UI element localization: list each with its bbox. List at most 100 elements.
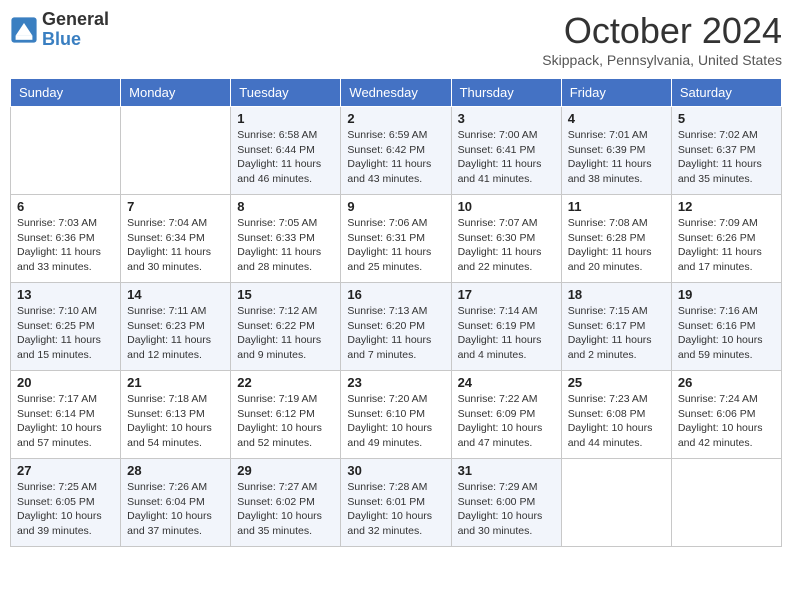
day-number: 13 (17, 287, 114, 302)
day-number: 5 (678, 111, 775, 126)
day-info: Sunrise: 7:11 AMSunset: 6:23 PMDaylight:… (127, 304, 224, 363)
day-info: Sunrise: 7:19 AMSunset: 6:12 PMDaylight:… (237, 392, 334, 451)
day-number: 10 (458, 199, 555, 214)
day-info: Sunrise: 7:26 AMSunset: 6:04 PMDaylight:… (127, 480, 224, 539)
day-number: 6 (17, 199, 114, 214)
day-info: Sunrise: 7:27 AMSunset: 6:02 PMDaylight:… (237, 480, 334, 539)
day-number: 22 (237, 375, 334, 390)
day-info: Sunrise: 7:29 AMSunset: 6:00 PMDaylight:… (458, 480, 555, 539)
day-number: 16 (347, 287, 444, 302)
day-info: Sunrise: 7:08 AMSunset: 6:28 PMDaylight:… (568, 216, 665, 275)
calendar-cell: 3 Sunrise: 7:00 AMSunset: 6:41 PMDaylight… (451, 107, 561, 195)
day-number: 29 (237, 463, 334, 478)
day-number: 1 (237, 111, 334, 126)
weekday-header: Saturday (671, 79, 781, 107)
day-number: 19 (678, 287, 775, 302)
day-info: Sunrise: 7:28 AMSunset: 6:01 PMDaylight:… (347, 480, 444, 539)
calendar-cell: 1 Sunrise: 6:58 AMSunset: 6:44 PMDaylight… (231, 107, 341, 195)
weekday-header: Friday (561, 79, 671, 107)
day-number: 20 (17, 375, 114, 390)
calendar-cell: 8Sunrise: 7:05 AMSunset: 6:33 PMDaylight… (231, 195, 341, 283)
calendar-cell: 7 Sunrise: 7:04 AMSunset: 6:34 PMDaylight… (121, 195, 231, 283)
day-info: Sunrise: 7:09 AMSunset: 6:26 PMDaylight:… (678, 216, 775, 275)
location: Skippack, Pennsylvania, United States (542, 52, 782, 68)
calendar-cell: 28 Sunrise: 7:26 AMSunset: 6:04 PMDayligh… (121, 459, 231, 547)
calendar-cell: 23Sunrise: 7:20 AMSunset: 6:10 PMDayligh… (341, 371, 451, 459)
day-number: 3 (458, 111, 555, 126)
calendar-cell: 10 Sunrise: 7:07 AMSunset: 6:30 PMDayligh… (451, 195, 561, 283)
calendar-cell: 12 Sunrise: 7:09 AMSunset: 6:26 PMDayligh… (671, 195, 781, 283)
day-number: 27 (17, 463, 114, 478)
day-number: 26 (678, 375, 775, 390)
weekday-header: Thursday (451, 79, 561, 107)
weekday-header: Tuesday (231, 79, 341, 107)
day-info: Sunrise: 7:14 AMSunset: 6:19 PMDaylight:… (458, 304, 555, 363)
day-info: Sunrise: 7:04 AMSunset: 6:34 PMDaylight:… (127, 216, 224, 275)
calendar-row: 27 Sunrise: 7:25 AMSunset: 6:05 PMDayligh… (11, 459, 782, 547)
calendar-row: 20 Sunrise: 7:17 AMSunset: 6:14 PMDayligh… (11, 371, 782, 459)
month-title: October 2024 (542, 10, 782, 52)
calendar-cell: 11 Sunrise: 7:08 AMSunset: 6:28 PMDayligh… (561, 195, 671, 283)
day-number: 18 (568, 287, 665, 302)
day-info: Sunrise: 7:06 AMSunset: 6:31 PMDaylight:… (347, 216, 444, 275)
calendar-cell: 4 Sunrise: 7:01 AMSunset: 6:39 PMDaylight… (561, 107, 671, 195)
day-info: Sunrise: 7:00 AMSunset: 6:41 PMDaylight:… (458, 128, 555, 187)
day-info: Sunrise: 6:58 AMSunset: 6:44 PMDaylight:… (237, 128, 334, 187)
calendar-cell: 26 Sunrise: 7:24 AMSunset: 6:06 PMDayligh… (671, 371, 781, 459)
day-number: 4 (568, 111, 665, 126)
weekday-header: Wednesday (341, 79, 451, 107)
calendar-cell: 31 Sunrise: 7:29 AMSunset: 6:00 PMDayligh… (451, 459, 561, 547)
calendar-table: SundayMondayTuesdayWednesdayThursdayFrid… (10, 78, 782, 547)
day-info: Sunrise: 7:03 AMSunset: 6:36 PMDaylight:… (17, 216, 114, 275)
calendar-cell: 9Sunrise: 7:06 AMSunset: 6:31 PMDaylight… (341, 195, 451, 283)
calendar-cell: 20 Sunrise: 7:17 AMSunset: 6:14 PMDayligh… (11, 371, 121, 459)
weekday-header-row: SundayMondayTuesdayWednesdayThursdayFrid… (11, 79, 782, 107)
day-number: 15 (237, 287, 334, 302)
calendar-cell: 25Sunrise: 7:23 AMSunset: 6:08 PMDayligh… (561, 371, 671, 459)
day-info: Sunrise: 7:18 AMSunset: 6:13 PMDaylight:… (127, 392, 224, 451)
calendar-cell: 17 Sunrise: 7:14 AMSunset: 6:19 PMDayligh… (451, 283, 561, 371)
day-info: Sunrise: 7:22 AMSunset: 6:09 PMDaylight:… (458, 392, 555, 451)
day-info: Sunrise: 7:05 AMSunset: 6:33 PMDaylight:… (237, 216, 334, 275)
day-info: Sunrise: 6:59 AMSunset: 6:42 PMDaylight:… (347, 128, 444, 187)
logo-general: General (42, 9, 109, 29)
day-info: Sunrise: 7:24 AMSunset: 6:06 PMDaylight:… (678, 392, 775, 451)
calendar-cell: 14 Sunrise: 7:11 AMSunset: 6:23 PMDayligh… (121, 283, 231, 371)
day-info: Sunrise: 7:01 AMSunset: 6:39 PMDaylight:… (568, 128, 665, 187)
day-info: Sunrise: 7:07 AMSunset: 6:30 PMDaylight:… (458, 216, 555, 275)
day-number: 31 (458, 463, 555, 478)
logo-text: General Blue (42, 10, 109, 50)
calendar-cell: 22 Sunrise: 7:19 AMSunset: 6:12 PMDayligh… (231, 371, 341, 459)
day-number: 14 (127, 287, 224, 302)
day-info: Sunrise: 7:17 AMSunset: 6:14 PMDaylight:… (17, 392, 114, 451)
day-number: 2 (347, 111, 444, 126)
logo-blue: Blue (42, 29, 81, 49)
day-number: 7 (127, 199, 224, 214)
day-number: 24 (458, 375, 555, 390)
calendar-cell: 13 Sunrise: 7:10 AMSunset: 6:25 PMDayligh… (11, 283, 121, 371)
day-number: 28 (127, 463, 224, 478)
calendar-row: 6 Sunrise: 7:03 AMSunset: 6:36 PMDaylight… (11, 195, 782, 283)
day-info: Sunrise: 7:12 AMSunset: 6:22 PMDaylight:… (237, 304, 334, 363)
calendar-cell (121, 107, 231, 195)
day-number: 17 (458, 287, 555, 302)
calendar-cell (561, 459, 671, 547)
calendar-cell: 6 Sunrise: 7:03 AMSunset: 6:36 PMDaylight… (11, 195, 121, 283)
title-block: October 2024 Skippack, Pennsylvania, Uni… (542, 10, 782, 68)
day-number: 12 (678, 199, 775, 214)
weekday-header: Sunday (11, 79, 121, 107)
day-info: Sunrise: 7:13 AMSunset: 6:20 PMDaylight:… (347, 304, 444, 363)
day-info: Sunrise: 7:10 AMSunset: 6:25 PMDaylight:… (17, 304, 114, 363)
calendar-cell: 19Sunrise: 7:16 AMSunset: 6:16 PMDayligh… (671, 283, 781, 371)
logo-icon (10, 16, 38, 44)
day-info: Sunrise: 7:02 AMSunset: 6:37 PMDaylight:… (678, 128, 775, 187)
calendar-row: 13 Sunrise: 7:10 AMSunset: 6:25 PMDayligh… (11, 283, 782, 371)
day-number: 11 (568, 199, 665, 214)
day-info: Sunrise: 7:25 AMSunset: 6:05 PMDaylight:… (17, 480, 114, 539)
calendar-cell: 16 Sunrise: 7:13 AMSunset: 6:20 PMDayligh… (341, 283, 451, 371)
day-number: 30 (347, 463, 444, 478)
day-number: 21 (127, 375, 224, 390)
calendar-cell: 27 Sunrise: 7:25 AMSunset: 6:05 PMDayligh… (11, 459, 121, 547)
calendar-cell (671, 459, 781, 547)
weekday-header: Monday (121, 79, 231, 107)
